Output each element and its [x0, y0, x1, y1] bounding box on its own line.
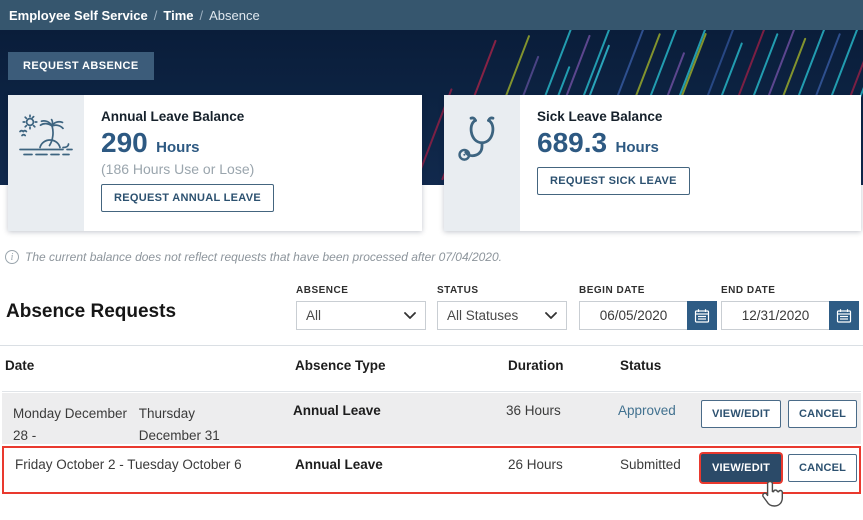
row-date: Friday October 2 - Tuesday October 6 — [15, 457, 242, 472]
cancel-button[interactable]: CANCEL — [788, 400, 858, 428]
filter-status-label: STATUS — [437, 285, 479, 296]
filter-absence-label: ABSENCE — [296, 285, 349, 296]
annual-leave-balance: 290 Hours — [101, 127, 422, 159]
row-date: Monday December 28 - Thursday December 3… — [13, 403, 285, 448]
annual-leave-icon-panel — [8, 95, 84, 231]
calendar-icon — [836, 308, 852, 323]
column-header-duration: Duration — [508, 358, 564, 373]
island-palm-icon — [19, 114, 73, 156]
annual-leave-card: Annual Leave Balance 290 Hours (186 Hour… — [8, 95, 422, 231]
table-row: Monday December 28 - Thursday December 3… — [2, 393, 861, 444]
cancel-button[interactable]: CANCEL — [788, 454, 858, 482]
request-absence-button[interactable]: REQUEST ABSENCE — [8, 52, 154, 80]
absence-type-value: All — [306, 308, 322, 323]
sick-leave-icon-panel — [444, 95, 520, 231]
breadcrumb-time[interactable]: Time — [163, 8, 193, 23]
filter-begin-date: BEGIN DATE — [579, 285, 717, 330]
table-row-highlighted: Friday October 2 - Tuesday October 6 Ann… — [2, 446, 861, 494]
breadcrumb: Employee Self Service / Time / Absence — [0, 0, 863, 30]
annual-leave-use-or-lose: (186 Hours Use or Lose) — [101, 161, 255, 177]
annual-leave-hours-unit: Hours — [156, 139, 200, 156]
breadcrumb-absence: Absence — [209, 7, 260, 23]
begin-date-calendar-button[interactable] — [687, 301, 717, 330]
info-icon: i — [5, 250, 19, 264]
filter-begin-date-label: BEGIN DATE — [579, 285, 645, 296]
absence-type-select[interactable]: All — [296, 301, 426, 330]
end-date-input[interactable] — [721, 301, 829, 330]
chevron-down-icon — [404, 311, 416, 319]
row-actions: VIEW/EDIT CANCEL — [701, 454, 858, 482]
row-date-end: Thursday December 31 — [138, 406, 220, 444]
breadcrumb-separator: / — [199, 7, 204, 23]
hand-pointer-cursor — [762, 480, 783, 507]
request-sick-leave-button[interactable]: REQUEST SICK LEAVE — [537, 167, 690, 195]
sick-leave-balance: 689.3 Hours — [537, 127, 861, 159]
balance-notice-text: The current balance does not reflect req… — [25, 250, 502, 264]
absence-requests-heading: Absence Requests — [6, 301, 177, 322]
breadcrumb-separator: / — [153, 7, 158, 23]
sick-leave-hours-unit: Hours — [615, 139, 659, 156]
view-edit-button[interactable]: VIEW/EDIT — [701, 400, 782, 428]
filter-status: STATUS All Statuses — [437, 285, 567, 330]
row-duration: 26 Hours — [508, 457, 563, 472]
row-date-start: Monday December 28 - — [13, 406, 128, 444]
chevron-down-icon — [545, 311, 557, 319]
table-header: Date Absence Type Duration Status — [0, 358, 863, 378]
breadcrumb-employee-self-service[interactable]: Employee Self Service — [9, 8, 148, 23]
stethoscope-icon — [458, 116, 495, 161]
annual-leave-hours-value: 290 — [101, 127, 148, 158]
filter-absence: ABSENCE All — [296, 285, 426, 330]
annual-leave-title: Annual Leave Balance — [101, 109, 245, 124]
absence-page: Employee Self Service / Time / Absence R… — [0, 0, 863, 520]
column-header-absence-type: Absence Type — [295, 358, 386, 373]
column-header-status: Status — [620, 358, 662, 373]
row-actions: VIEW/EDIT CANCEL — [701, 400, 858, 428]
end-date-calendar-button[interactable] — [829, 301, 859, 330]
column-header-date: Date — [5, 358, 35, 373]
sick-leave-card-body: Sick Leave Balance 689.3 Hours REQUEST S… — [520, 95, 861, 231]
annual-leave-card-body: Annual Leave Balance 290 Hours (186 Hour… — [84, 95, 422, 231]
filter-end-date: END DATE — [721, 285, 859, 330]
row-absence-type: Annual Leave — [295, 457, 383, 472]
request-annual-leave-button[interactable]: REQUEST ANNUAL LEAVE — [101, 184, 274, 212]
divider — [0, 345, 863, 346]
sick-leave-hours-value: 689.3 — [537, 127, 608, 158]
row-duration: 36 Hours — [506, 403, 561, 418]
status-value: All Statuses — [447, 308, 519, 323]
balance-notice: i The current balance does not reflect r… — [5, 250, 502, 264]
row-absence-type: Annual Leave — [293, 403, 381, 418]
status-select[interactable]: All Statuses — [437, 301, 567, 330]
view-edit-button[interactable]: VIEW/EDIT — [701, 454, 782, 482]
divider — [2, 391, 861, 392]
filter-end-date-label: END DATE — [721, 285, 776, 296]
calendar-icon — [694, 308, 710, 323]
sick-leave-card: Sick Leave Balance 689.3 Hours REQUEST S… — [444, 95, 861, 231]
begin-date-input[interactable] — [579, 301, 687, 330]
sick-leave-title: Sick Leave Balance — [537, 109, 663, 124]
